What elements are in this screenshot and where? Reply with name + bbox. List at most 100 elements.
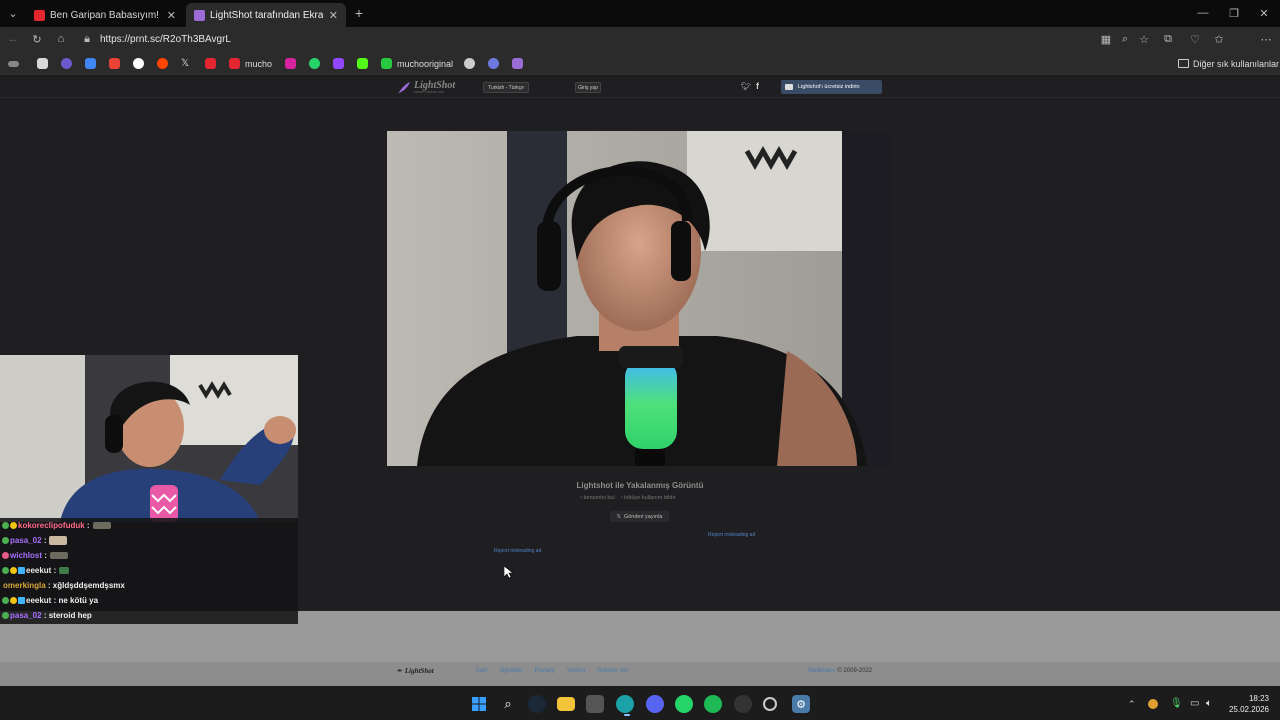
logo-tagline: screen capture tool [414, 90, 444, 95]
company-link[interactable]: Skillbrains [808, 668, 835, 674]
report-abuse-link[interactable]: ▫ kötüye kullanım bildir [621, 495, 676, 501]
url-text: https://prnt.sc/R2oTh3BAvgrL [100, 34, 231, 45]
badge-icon [10, 522, 17, 529]
facebook-icon[interactable]: f [756, 81, 759, 91]
lightshot-logo[interactable]: LightShot screen capture tool [397, 79, 455, 97]
report-ad-link-right[interactable]: Report misleading ad [708, 532, 755, 538]
x-icon: 𝕏 [616, 513, 621, 520]
search-icon[interactable]: ⌕ [499, 695, 517, 713]
bookmark-openai-icon[interactable] [464, 57, 475, 70]
store-icon[interactable] [586, 695, 604, 713]
bookmark-gmail-icon[interactable] [109, 57, 120, 70]
report-ad-link-left[interactable]: Report misleading ad [494, 548, 541, 554]
caption-links: ▫ benzerini bul ▫ kötüye kullanım bildir [580, 495, 676, 501]
discord-icon[interactable] [646, 695, 664, 713]
chat-separator: : [51, 566, 57, 575]
bookmark-google-icon[interactable] [133, 57, 144, 70]
twitter-icon[interactable]: 🐦︎ [741, 82, 751, 91]
close-icon[interactable]: ✕ [167, 9, 176, 22]
footer-link-tutorials[interactable]: Öğretiler [500, 668, 523, 674]
back-icon[interactable]: ← [6, 32, 20, 46]
tab-youtube[interactable]: Ben Garipan Babasıyım! Avdo Day ✕ [26, 3, 184, 27]
spotify-icon[interactable] [704, 695, 722, 713]
bookmark-translate-icon[interactable] [85, 57, 96, 70]
tab-lightshot[interactable]: LightShot tarafından Ekran Görünt ✕ [186, 3, 346, 27]
close-icon[interactable]: ✕ [329, 9, 338, 22]
bookmark-reddit-icon[interactable] [157, 57, 168, 70]
chat-text: ne kötü ya [58, 596, 99, 605]
more-menu-icon[interactable]: ⋯ [1259, 32, 1273, 46]
bookmark-muchooriginal[interactable]: muchooriginal [381, 57, 453, 70]
edge-browser-icon[interactable] [616, 695, 634, 713]
bookmark-sync-icon[interactable] [488, 57, 499, 70]
bookmark-kick-icon[interactable] [357, 57, 368, 70]
share-post-button[interactable]: 𝕏 Gönderi yayınla [610, 511, 669, 522]
network-icon[interactable]: ▭ [1190, 698, 1199, 709]
clock-date: 25.02.2026 [1228, 705, 1269, 714]
app-icon[interactable] [734, 695, 752, 713]
language-select-value: Turkish - Türkçe [488, 84, 524, 91]
chat-text: steroid hep [48, 611, 92, 620]
chat-username: pasa_02 [10, 611, 42, 620]
captured-screenshot[interactable] [387, 131, 893, 466]
login-button[interactable]: Giriş yap [575, 82, 601, 93]
login-button-label: Giriş yap [578, 84, 598, 91]
favorite-star-icon[interactable]: ☆ [1137, 32, 1151, 46]
footer-logo[interactable]: ✒︎ LightShot [397, 667, 434, 675]
bookmarks-other-folder[interactable]: Diğer sık kullanılanlar [1178, 57, 1279, 70]
download-button[interactable]: Lightshot'ı ücretsiz indirin [781, 80, 882, 94]
bookmark-x-icon[interactable]: 𝕏 [181, 57, 189, 70]
tray-overflow-chevron-icon[interactable]: ⌃ [1128, 699, 1136, 710]
emote-icon [92, 522, 111, 529]
bookmark-lightshot-icon[interactable] [512, 57, 523, 70]
footer-links: İndir Öğretiler Privacy Yardım Reklam Ve… [476, 668, 628, 674]
bookmark-youtube-icon[interactable] [205, 57, 216, 70]
language-select[interactable]: Turkish - Türkçe [483, 82, 529, 93]
active-app-indicator [624, 714, 630, 716]
bookmark-chrome-icon[interactable] [61, 57, 72, 70]
bookmark-twitch-icon[interactable] [333, 57, 344, 70]
chat-username: wichlost [10, 551, 43, 560]
bookmark-mucho[interactable]: mucho [229, 57, 272, 70]
window-close-icon[interactable]: ✕ [1257, 6, 1271, 20]
minimize-icon[interactable]: — [1196, 6, 1210, 20]
favorites-icon[interactable]: ✩ [1212, 32, 1226, 46]
extensions-icon[interactable]: ⧉ [1161, 32, 1175, 46]
footer-link-advertise[interactable]: Reklam Ver [597, 668, 628, 674]
footer-copyright: Skillbrains © 2009-2022 [808, 668, 872, 674]
bookmark-gallery-icon[interactable] [37, 57, 48, 70]
bookmark-label: muchooriginal [397, 58, 454, 69]
find-similar-link[interactable]: ▫ benzerini bul [580, 495, 615, 501]
footer-link-help[interactable]: Yardım [566, 668, 585, 674]
site-info-icon[interactable]: 🔒︎ [80, 33, 94, 47]
bookmark-label: mucho [245, 58, 273, 69]
footer-link-privacy[interactable]: Privacy [535, 668, 555, 674]
home-icon[interactable]: ⌂ [54, 32, 68, 46]
badge-icon [2, 552, 9, 559]
whatsapp-icon[interactable] [675, 695, 693, 713]
reload-icon[interactable]: ↻ [30, 32, 44, 46]
settings-gear-icon[interactable]: ⚙ [792, 695, 810, 713]
footer-link-download[interactable]: İndir [476, 668, 488, 674]
file-explorer-icon[interactable] [557, 697, 575, 711]
start-menu-icon[interactable] [470, 695, 488, 713]
obs-icon[interactable] [763, 697, 777, 711]
browser-essentials-icon[interactable]: ♡ [1188, 32, 1202, 46]
bookmark-instagram-icon[interactable] [285, 57, 296, 70]
microphone-icon[interactable]: 🎙︎ [1170, 698, 1183, 709]
volume-icon[interactable]: 🔈︎ [1206, 698, 1212, 709]
webcam-image [0, 355, 298, 522]
app-available-icon[interactable]: ▦ [1099, 32, 1113, 46]
system-clock[interactable]: 18:23 25.02.2026 [1225, 693, 1269, 715]
lightshot-feather-icon [194, 9, 205, 21]
restore-icon[interactable]: ❐ [1227, 6, 1241, 20]
new-tab-plus-icon[interactable]: + [352, 5, 366, 21]
zoom-icon[interactable]: ⌕ [1118, 32, 1132, 46]
steam-icon[interactable] [528, 695, 546, 713]
badge-icon [18, 567, 25, 574]
bookmark-whatsapp-icon[interactable] [309, 57, 320, 70]
bookmark-tabs-icon[interactable] [8, 57, 19, 70]
tray-app-icon[interactable] [1148, 699, 1158, 709]
tab-list-chevron-icon[interactable]: ⌄ [6, 6, 20, 20]
address-bar[interactable]: 🔒︎ https://prnt.sc/R2oTh3BAvgrL [74, 30, 1086, 49]
